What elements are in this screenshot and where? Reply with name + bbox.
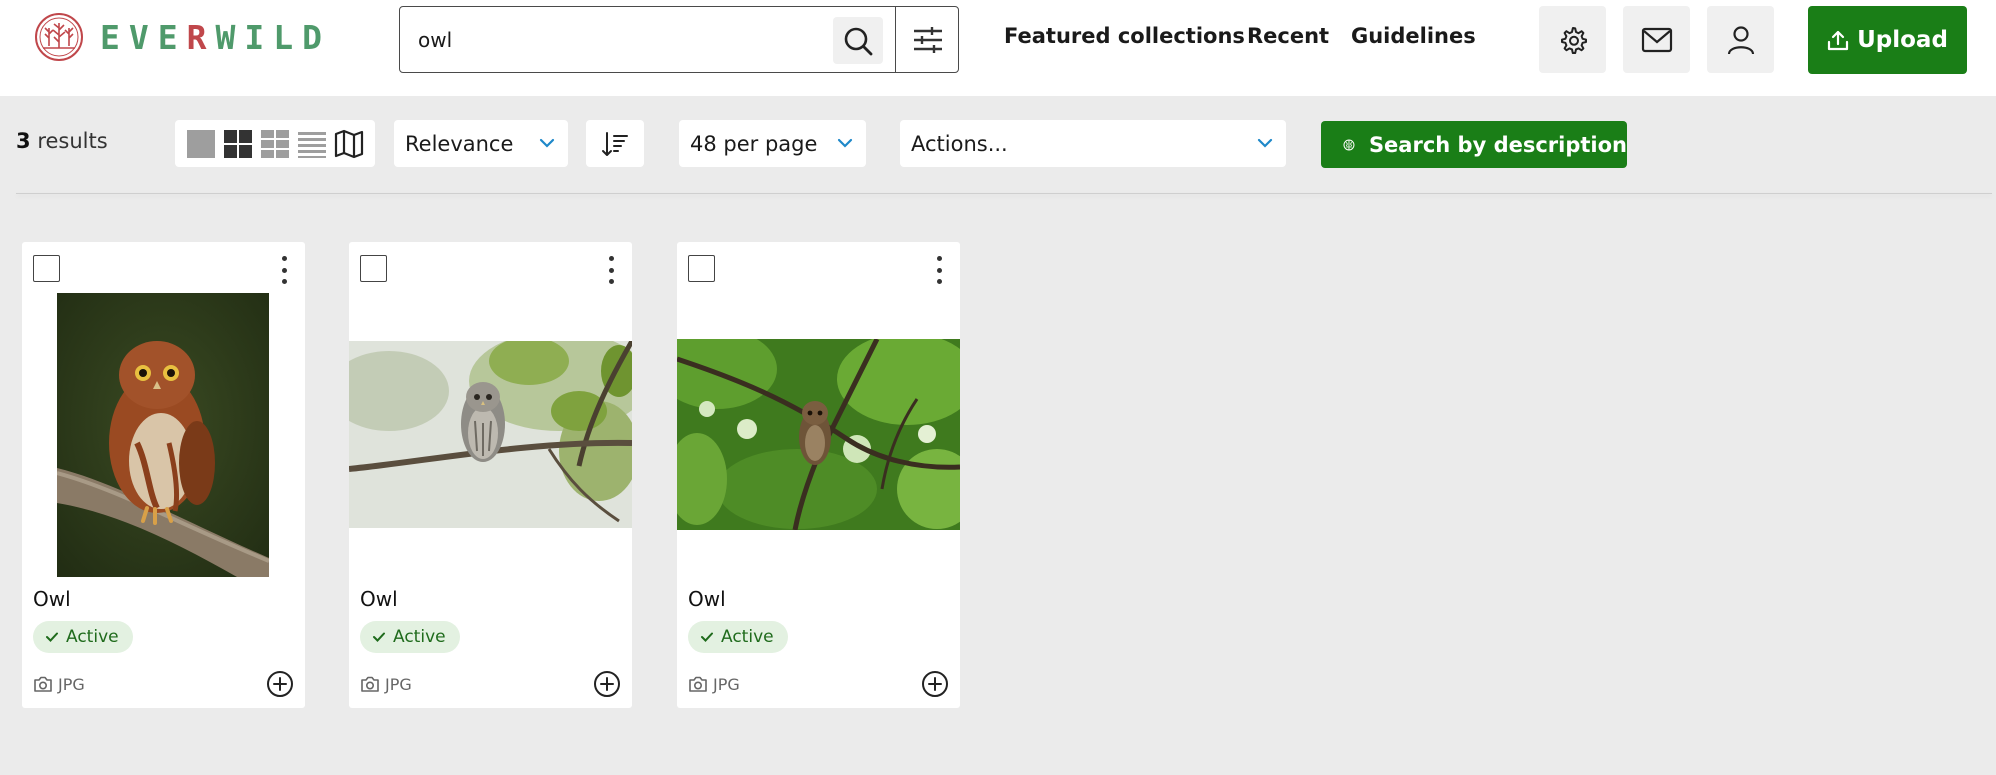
nav-recent[interactable]: Recent <box>1247 24 1329 48</box>
brand-name-accent: R <box>186 17 216 57</box>
view-map[interactable] <box>333 129 364 159</box>
chevron-down-icon <box>837 138 853 148</box>
per-page-select[interactable]: 48 per page <box>679 120 866 167</box>
mixed-grid-icon <box>260 129 289 158</box>
tree-logo-icon <box>35 13 83 61</box>
chevron-down-icon <box>1257 138 1273 148</box>
actions-select[interactable]: Actions... <box>900 120 1286 167</box>
file-type-label: JPG <box>385 675 412 694</box>
sliders-icon <box>913 26 942 53</box>
asset-thumbnail[interactable] <box>57 293 269 577</box>
asset-thumbnail[interactable] <box>677 339 960 530</box>
more-options-icon[interactable] <box>279 256 289 284</box>
file-type-label: JPG <box>58 675 85 694</box>
filter-button[interactable] <box>895 7 959 72</box>
grid-icon <box>223 129 252 158</box>
add-to-collection-icon[interactable] <box>921 670 949 698</box>
file-type-label: JPG <box>713 675 740 694</box>
brand-name-end: WILD <box>215 17 331 57</box>
owl-photo-3 <box>677 339 960 530</box>
view-grid[interactable] <box>222 129 253 159</box>
asset-card[interactable]: Owl Active JPG <box>22 242 305 708</box>
sort-select[interactable]: Relevance <box>394 120 568 167</box>
results-label: results <box>37 129 108 153</box>
search-by-description-button[interactable]: Search by description <box>1321 121 1627 168</box>
gear-icon <box>1560 26 1587 54</box>
sort-select-value: Relevance <box>405 131 514 156</box>
nav-guidelines[interactable]: Guidelines <box>1351 24 1476 48</box>
view-mixed[interactable] <box>259 129 290 159</box>
top-header: EVERWILD Featured collections Recent Gui… <box>0 0 1996 96</box>
file-type: JPG <box>33 675 85 694</box>
select-checkbox[interactable] <box>33 255 60 282</box>
camera-icon <box>361 676 379 692</box>
chevron-down-icon <box>539 138 555 148</box>
asset-title[interactable]: Owl <box>33 587 71 611</box>
search-icon <box>844 27 873 55</box>
brand-wordmark: EVERWILD <box>100 18 331 57</box>
check-icon <box>701 632 713 642</box>
asset-card[interactable]: Owl Active JPG <box>677 242 960 708</box>
more-options-icon[interactable] <box>934 256 944 284</box>
list-icon <box>297 131 326 158</box>
actions-select-value: Actions... <box>911 131 1008 156</box>
asset-thumbnail[interactable] <box>349 341 632 528</box>
status-label: Active <box>721 627 774 647</box>
camera-icon <box>689 676 707 692</box>
sort-direction-button[interactable] <box>586 120 644 167</box>
map-icon <box>334 129 363 158</box>
owl-photo-2 <box>349 341 632 528</box>
toolbar-divider <box>16 193 1992 194</box>
upload-label: Upload <box>1857 27 1948 53</box>
nav-featured-collections[interactable]: Featured collections <box>1004 24 1245 48</box>
mail-icon <box>1641 27 1672 52</box>
select-checkbox[interactable] <box>688 255 715 282</box>
check-icon <box>46 632 58 642</box>
view-list[interactable] <box>296 129 327 159</box>
results-number: 3 <box>16 129 31 153</box>
add-to-collection-icon[interactable] <box>266 670 294 698</box>
more-options-icon[interactable] <box>606 256 616 284</box>
brain-icon <box>1343 139 1355 150</box>
messages-button[interactable] <box>1623 6 1690 73</box>
search-bar <box>399 6 959 73</box>
search-button[interactable] <box>833 17 883 64</box>
check-icon <box>373 632 385 642</box>
upload-button[interactable]: Upload <box>1808 6 1967 74</box>
large-thumbnail-icon <box>186 129 215 158</box>
per-page-select-value: 48 per page <box>690 131 818 156</box>
search-by-description-label: Search by description <box>1368 132 1627 157</box>
brand-logo[interactable]: EVERWILD <box>34 12 331 62</box>
status-badge: Active <box>360 621 460 653</box>
asset-card[interactable]: Owl Active JPG <box>349 242 632 708</box>
brand-name-start: EVE <box>100 17 187 57</box>
user-icon <box>1727 25 1754 54</box>
owl-photo-1 <box>57 293 269 577</box>
settings-button[interactable] <box>1539 6 1606 73</box>
file-type: JPG <box>688 675 740 694</box>
view-mode-switcher <box>175 120 375 167</box>
status-label: Active <box>66 627 119 647</box>
sort-descending-icon <box>602 131 628 156</box>
upload-icon <box>1827 30 1849 51</box>
add-to-collection-icon[interactable] <box>593 670 621 698</box>
asset-title[interactable]: Owl <box>688 587 726 611</box>
results-count: 3 results <box>16 129 108 153</box>
select-checkbox[interactable] <box>360 255 387 282</box>
asset-title[interactable]: Owl <box>360 587 398 611</box>
status-badge: Active <box>33 621 133 653</box>
search-input[interactable] <box>418 25 818 55</box>
file-type: JPG <box>360 675 412 694</box>
status-label: Active <box>393 627 446 647</box>
status-badge: Active <box>688 621 788 653</box>
view-large-thumbnail[interactable] <box>185 129 216 159</box>
account-button[interactable] <box>1707 6 1774 73</box>
camera-icon <box>34 676 52 692</box>
